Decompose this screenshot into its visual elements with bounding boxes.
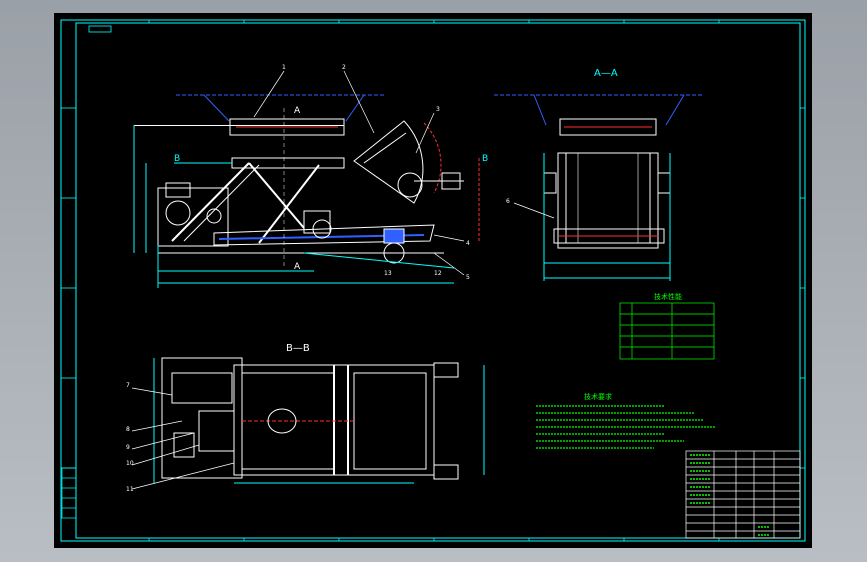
performance-table-heading: 技术性能 <box>654 292 682 301</box>
part-callout-1: 1 <box>282 64 286 71</box>
part-callout-12: 12 <box>434 270 442 277</box>
part-callout-5: 5 <box>466 274 470 281</box>
part-callout-8: 8 <box>126 426 130 433</box>
part-callout-6: 6 <box>506 198 510 205</box>
technical-notes <box>536 405 716 449</box>
front-view <box>133 70 480 288</box>
part-callout-4: 4 <box>466 240 470 247</box>
margin-legend <box>61 467 77 519</box>
drawing-svg: A A B B A—A B—B 技术性能 技术要求 1 234567891011… <box>60 19 806 542</box>
part-callout-11: 11 <box>126 486 134 493</box>
section-aa-view <box>494 94 704 281</box>
section-bb-title: B—B <box>286 343 310 354</box>
part-callout-2: 2 <box>342 64 346 71</box>
notes-heading: 技术要求 <box>584 392 612 401</box>
section-marker-b-right: B <box>482 154 488 164</box>
section-marker-a-bottom: A <box>294 262 301 272</box>
section-bb-view <box>131 357 485 490</box>
drawing-canvas: A A B B A—A B—B 技术性能 技术要求 1 2 3 4 5 6 7 … <box>54 13 812 548</box>
part-callout-3: 3 <box>436 106 440 113</box>
part-callout-13: 13 <box>384 270 392 277</box>
part-callout-7: 7 <box>126 382 130 389</box>
part-callout-9: 9 <box>126 444 130 451</box>
section-marker-a-top: A <box>294 106 301 116</box>
cad-window: A A B B A—A B—B 技术性能 技术要求 1 2 3 4 5 6 7 … <box>0 0 867 562</box>
part-callout-10: 10 <box>126 460 134 467</box>
section-marker-b-left: B <box>174 154 180 164</box>
title-stamp-box <box>88 25 112 33</box>
part-callouts: 1 2345678910111213 <box>126 64 510 493</box>
performance-table <box>619 302 715 360</box>
section-aa-title: A—A <box>594 68 618 79</box>
